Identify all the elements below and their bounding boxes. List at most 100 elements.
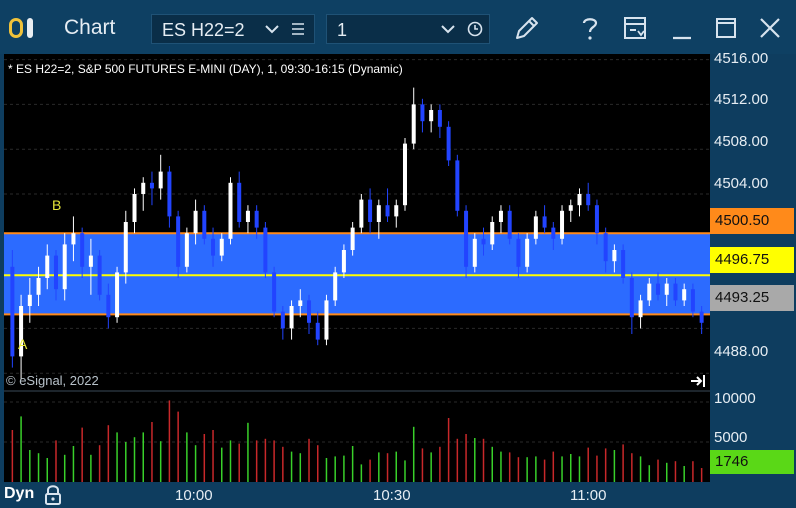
candle-body — [533, 216, 538, 239]
candle-body — [53, 255, 58, 290]
list-icon[interactable] — [291, 22, 305, 36]
candle-body — [10, 266, 15, 357]
upper-band-value: 4500.50 — [715, 212, 770, 229]
pencil-icon[interactable] — [512, 13, 542, 43]
candle-body — [254, 210, 259, 228]
volume-grid — [4, 401, 710, 443]
candle-body — [525, 238, 530, 267]
chart-window: Chart ES H22=2 1 * ES H22=2, S&P 500 FUT… — [0, 0, 796, 508]
candle-body — [106, 294, 111, 318]
candle-body — [394, 205, 399, 217]
title-bar: Chart ES H22=2 1 — [0, 0, 796, 54]
copyright-text: © eSignal, 2022 — [6, 373, 99, 388]
lower-band-badge[interactable]: 4493.25 — [710, 285, 794, 311]
time-tick: 10:00 — [175, 487, 213, 504]
candle-body — [176, 216, 181, 267]
candle-body — [586, 194, 591, 206]
close-icon[interactable] — [758, 16, 782, 40]
help-icon[interactable] — [578, 14, 602, 42]
scroll-to-end-icon[interactable] — [690, 374, 706, 388]
interval-value: 1 — [337, 20, 348, 40]
candle-body — [656, 283, 661, 295]
chevron-down-icon[interactable] — [265, 24, 279, 34]
price-tick: 4512.00 — [714, 91, 769, 108]
candle-body — [472, 238, 477, 267]
layout-icon[interactable] — [622, 14, 648, 42]
marker-a: A — [18, 336, 28, 352]
candle-body — [638, 300, 643, 318]
price-tick: 4488.00 — [714, 343, 769, 360]
symbol-value: ES H22=2 — [162, 20, 245, 40]
candle-body — [455, 160, 460, 211]
candle-body — [350, 227, 355, 250]
last-price-value: 4496.75 — [715, 251, 770, 268]
candle-body — [123, 222, 128, 273]
price-axis[interactable]: 4516.00 4512.00 4508.00 4504.00 4488.00 … — [710, 50, 796, 482]
marker-b: B — [52, 197, 62, 213]
candle-body — [263, 227, 268, 273]
candle-body — [577, 194, 582, 206]
app-logo-icon — [8, 17, 46, 39]
maximize-icon[interactable] — [714, 14, 738, 42]
candle-body — [88, 255, 93, 267]
chart-header: * ES H22=2, S&P 500 FUTURES E-MINI (DAY)… — [8, 62, 403, 76]
chart-canvas[interactable] — [4, 54, 710, 482]
candle-body — [307, 300, 312, 323]
candle-body — [481, 238, 486, 245]
last-volume-value: 1746 — [715, 453, 749, 470]
candle-body — [385, 205, 390, 217]
candle-body — [27, 294, 32, 306]
candle-body — [359, 199, 364, 228]
candle-body — [647, 283, 652, 301]
candle-body — [298, 300, 303, 306]
candle-body — [498, 210, 503, 222]
interval-input[interactable]: 1 — [326, 14, 490, 44]
candle-body — [167, 171, 172, 217]
symbol-input[interactable]: ES H22=2 — [151, 14, 315, 44]
candle-body — [551, 227, 556, 239]
candle-body — [368, 199, 373, 222]
chart-plot-area[interactable]: * ES H22=2, S&P 500 FUTURES E-MINI (DAY)… — [4, 54, 710, 482]
time-tick: 11:00 — [570, 487, 607, 504]
candle-body — [132, 194, 137, 222]
candle-body — [62, 244, 67, 290]
candle-body — [280, 311, 285, 329]
mode-label[interactable]: Dyn — [4, 485, 34, 503]
candle-body — [507, 210, 512, 239]
candle-body — [333, 272, 338, 301]
candle-body — [184, 233, 189, 267]
clock-icon[interactable] — [467, 21, 483, 37]
candle-body — [97, 255, 102, 295]
candle-body — [141, 182, 146, 194]
candle-body — [542, 216, 547, 228]
last-volume-badge[interactable]: 1746 — [710, 450, 794, 474]
window-title: Chart — [64, 16, 116, 39]
candle-body — [149, 182, 154, 189]
candle-body — [664, 283, 669, 295]
time-tick: 10:30 — [373, 487, 411, 504]
time-axis-bar[interactable]: Dyn 10:00 10:30 11:00 — [0, 482, 796, 508]
candle-body — [211, 238, 216, 256]
candle-body — [315, 322, 320, 340]
lock-icon[interactable] — [43, 484, 63, 506]
candle-body — [594, 205, 599, 234]
candle-body — [237, 182, 242, 222]
candle-body — [682, 289, 687, 301]
candle-body — [690, 289, 695, 312]
minimize-icon[interactable] — [670, 14, 694, 42]
candle-body — [603, 233, 608, 262]
candle-body — [621, 250, 626, 278]
chevron-down-icon[interactable] — [441, 24, 455, 34]
candle-body — [289, 306, 294, 329]
volume-tick: 10000 — [714, 390, 756, 407]
candle-body — [219, 238, 224, 256]
candle-body — [228, 182, 233, 239]
candle-body — [411, 104, 416, 144]
candle-body — [202, 210, 207, 239]
candle-body — [402, 143, 407, 206]
candle-body — [699, 311, 704, 323]
last-price-badge[interactable]: 4496.75 — [710, 247, 794, 273]
price-tick: 4508.00 — [714, 133, 769, 150]
price-tick: 4516.00 — [714, 50, 769, 67]
upper-band-badge[interactable]: 4500.50 — [710, 208, 794, 234]
